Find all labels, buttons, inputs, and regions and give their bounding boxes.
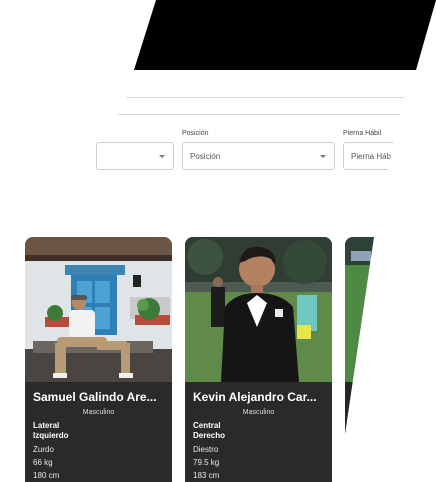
player-photo	[185, 237, 332, 382]
player-info: Samuel Galindo Are... Masculino Lateral …	[25, 382, 172, 482]
player-name: Kevin Alejandro Car...	[193, 390, 317, 404]
position-filter-select[interactable]: Posición	[182, 142, 335, 170]
player-name: Samuel Galindo Are...	[33, 390, 157, 404]
player-weight: 66 kg	[33, 458, 53, 467]
foot-filter-label: Pierna Hábil	[343, 130, 382, 137]
player-photo-image	[345, 237, 405, 382]
player-photo	[345, 237, 405, 382]
foot-filter-select[interactable]: Pierna Hábil	[343, 142, 403, 170]
player-position-line: Izquierdo	[33, 431, 69, 440]
position-filter-value: Posición	[190, 151, 221, 161]
player-gender: Masculino	[82, 409, 115, 416]
player-position-line: Derecho	[193, 431, 226, 440]
player-foot: Diestro	[193, 445, 219, 454]
divider	[126, 97, 410, 98]
player-gender: Masculino	[242, 409, 275, 416]
chevron-down-icon	[159, 155, 165, 158]
player-foot: Zurdo	[33, 445, 54, 454]
header-banner	[134, 0, 436, 70]
player-position-line: Lateral	[33, 421, 60, 430]
player-height: 183 cm	[193, 471, 220, 480]
chevron-down-icon	[320, 155, 326, 158]
player-position-line: Central	[193, 421, 221, 430]
player-card[interactable]	[345, 237, 405, 482]
player-photo	[25, 237, 172, 382]
divider	[118, 114, 408, 115]
player-photo-image	[185, 237, 332, 382]
player-height: 180 cm	[33, 471, 60, 480]
player-weight: 79.5 kg	[193, 458, 220, 467]
viewport: Posición Posición Pierna Hábil Pierna Há…	[0, 0, 436, 482]
player-position: Lateral Izquierdo	[33, 421, 164, 441]
content-plane: Posición Posición Pierna Hábil Pierna Há…	[0, 0, 436, 482]
player-position: Central Derecho	[193, 421, 324, 441]
filter-select-left[interactable]	[96, 142, 174, 170]
player-card[interactable]: Kevin Alejandro Car... Masculino Central…	[185, 237, 332, 482]
player-photo-image	[25, 237, 172, 382]
position-filter-label: Posición	[182, 130, 209, 137]
player-card[interactable]: Samuel Galindo Are... Masculino Lateral …	[25, 237, 172, 482]
foot-filter-value: Pierna Hábil	[351, 151, 395, 161]
player-info: Kevin Alejandro Car... Masculino Central…	[185, 382, 332, 482]
